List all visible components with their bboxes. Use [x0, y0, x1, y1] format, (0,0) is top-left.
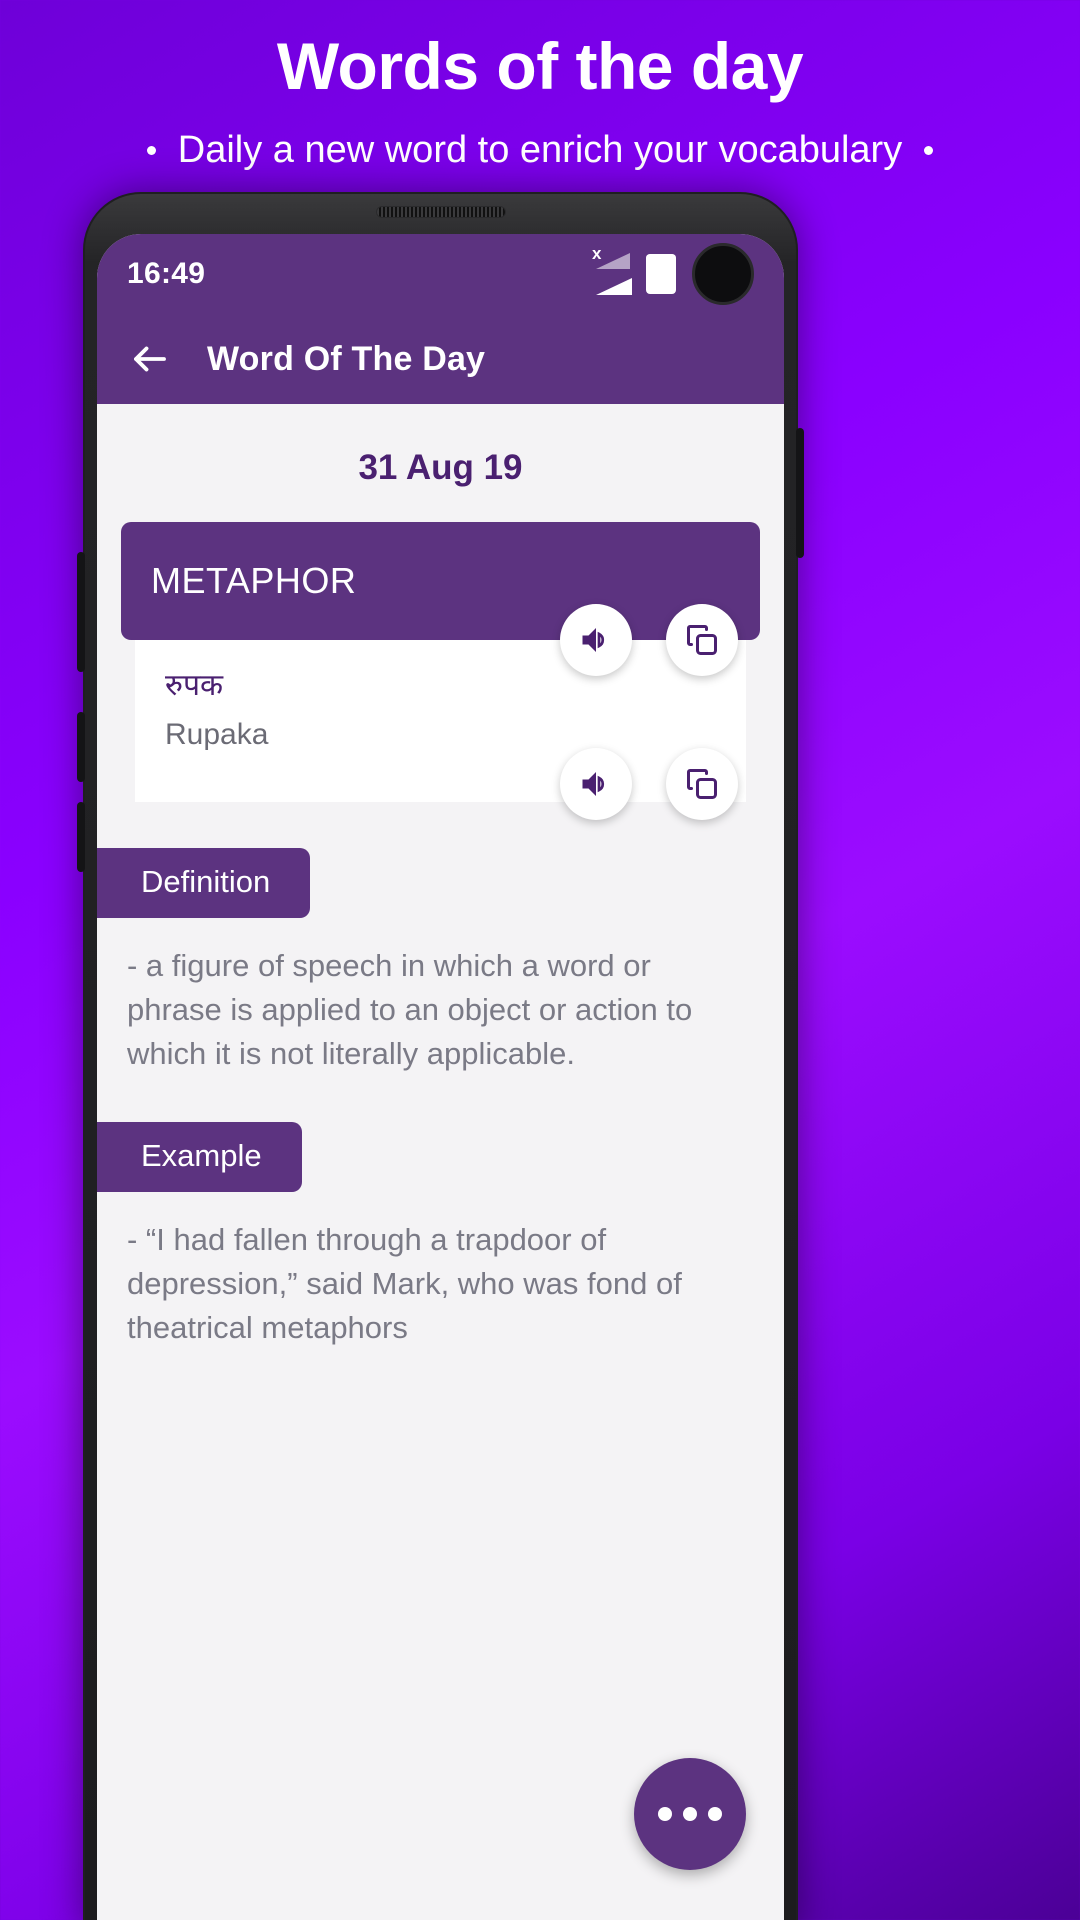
definition-label: Definition: [97, 848, 311, 918]
more-horizontal-icon: [658, 1807, 672, 1821]
signal-bar-primary: [596, 278, 632, 295]
app-bar: Word Of The Day: [97, 314, 784, 404]
status-time: 16:49: [127, 257, 206, 290]
battery-level: [646, 254, 676, 269]
promo-subtitle: Daily a new word to enrich your vocabula…: [177, 128, 903, 171]
content-area: 31 Aug 19 METAPHOR रुपक Rupaka Definitio…: [97, 404, 784, 1920]
more-horizontal-icon-dot3: [708, 1807, 722, 1821]
definition-label-text: Definition: [141, 864, 271, 899]
more-horizontal-icon-dot2: [683, 1807, 697, 1821]
phone-screen: 16:49 x Word Of The Day 31 Aug 19 METAPH…: [97, 234, 784, 1920]
word-header: METAPHOR: [121, 522, 760, 640]
copy-translation-button[interactable]: [666, 748, 738, 820]
battery-icon: [646, 254, 676, 294]
status-icons: x: [592, 243, 760, 305]
more-options-fab[interactable]: [634, 1758, 746, 1870]
promo-subtitle-row: Daily a new word to enrich your vocabula…: [0, 129, 1080, 172]
bullet-right-icon: [924, 145, 934, 155]
definition-section: Definition - a figure of speech in which…: [97, 848, 784, 1076]
phone-volume-down-button[interactable]: [77, 712, 85, 782]
status-bar: 16:49 x: [97, 234, 784, 314]
word-transliteration: Rupaka: [165, 718, 269, 751]
promo-title: Words of the day: [276, 29, 804, 103]
definition-text: - a figure of speech in which a word or …: [127, 948, 693, 1072]
example-section: Example - “I had fallen through a trapdo…: [97, 1122, 784, 1350]
phone-power-button[interactable]: [796, 428, 804, 558]
phone-earpiece: [375, 206, 506, 218]
page-title: Word Of The Day: [207, 339, 486, 378]
phone-bixby-button[interactable]: [77, 802, 85, 872]
speak-english-button[interactable]: [560, 604, 632, 676]
example-label-text: Example: [141, 1138, 262, 1174]
phone-mockup: 16:49 x Word Of The Day 31 Aug 19 METAPH…: [77, 192, 804, 1920]
arrow-left-icon[interactable]: [129, 338, 171, 380]
bullet-left-icon: [146, 145, 156, 155]
phone-volume-button[interactable]: [77, 552, 85, 672]
example-label: Example: [97, 1122, 302, 1193]
speak-translation-button[interactable]: [560, 748, 632, 820]
promo-header: Words of the day Daily a new word to enr…: [0, 0, 1080, 172]
copy-english-button[interactable]: [666, 604, 738, 676]
word-translation: रुपक: [165, 668, 224, 703]
signal-no-sim-icon: x: [592, 245, 636, 297]
word-card: METAPHOR रुपक Rupaka: [121, 522, 760, 820]
word-date: 31 Aug 19: [358, 448, 523, 487]
signal-bar-secondary: [596, 253, 630, 269]
camera-punchhole: [692, 243, 754, 305]
word-body: रुपक Rupaka: [135, 640, 746, 802]
word-term: METAPHOR: [151, 560, 357, 601]
example-text: - “I had fallen through a trapdoor of de…: [127, 1222, 682, 1346]
date-row: 31 Aug 19: [97, 404, 784, 522]
